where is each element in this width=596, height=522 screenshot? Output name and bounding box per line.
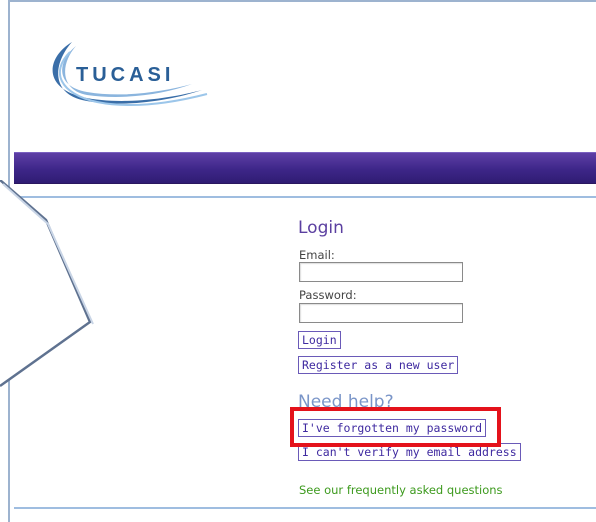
faq-link[interactable]: See our frequently asked questions [299,483,503,497]
password-label: Password: [299,288,357,302]
divider-bottom [14,507,596,509]
email-field[interactable] [299,262,463,282]
login-title: Login [298,218,344,238]
svg-text:TUCASI: TUCASI [76,64,174,86]
callout-arrow [0,180,94,388]
password-field[interactable] [299,303,463,323]
forgot-password-button[interactable]: I've forgotten my password [298,419,487,437]
register-button[interactable]: Register as a new user [298,356,459,374]
tucasi-logo: TUCASI [52,42,208,107]
email-label: Email: [299,248,335,262]
login-button[interactable]: Login [298,331,341,349]
